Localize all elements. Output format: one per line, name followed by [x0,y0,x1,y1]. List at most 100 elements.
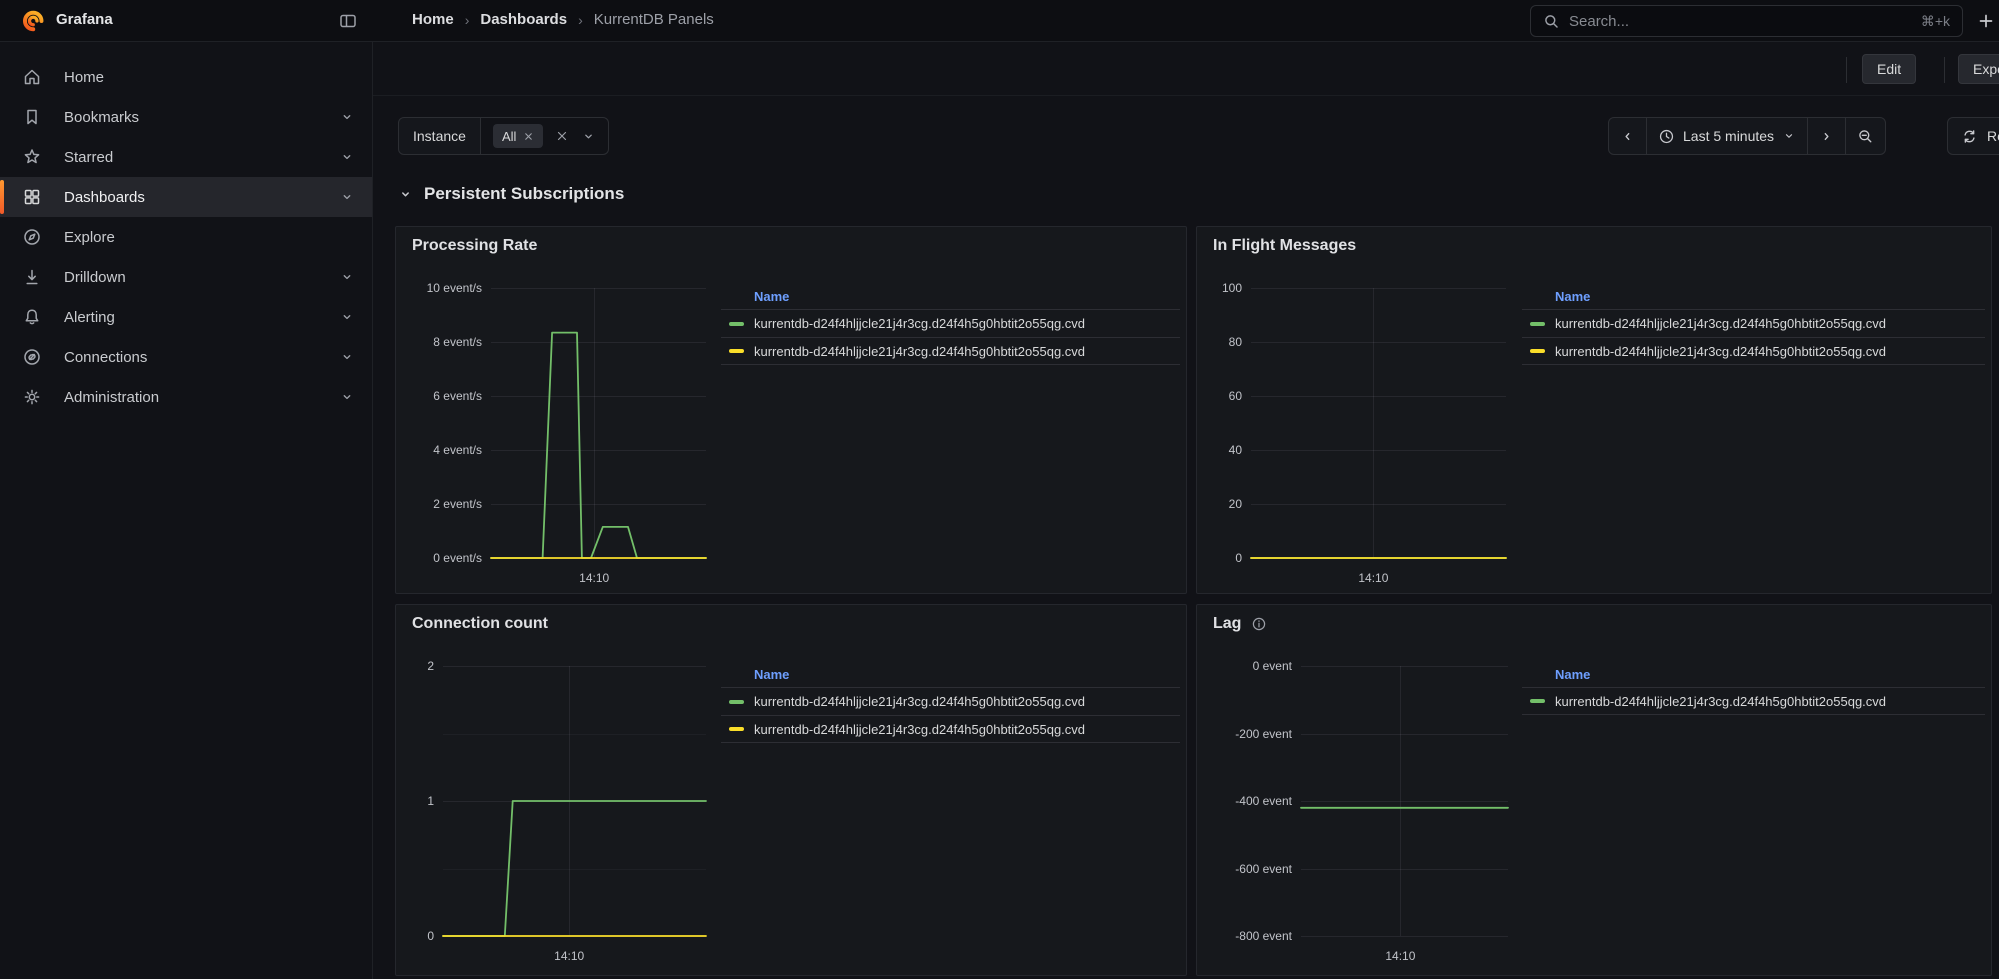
sidebar-item-alerting[interactable]: Alerting [0,297,372,337]
legend-header: Name [1522,283,1985,309]
series-color-swatch [1530,349,1545,353]
sidebar-item-administration[interactable]: Administration [0,377,372,417]
breadcrumb-item-home[interactable]: Home [412,11,454,28]
sidebar-item-explore[interactable]: Explore [0,217,372,257]
dashboard-actions-bar: Edit Export [373,42,1999,96]
legend-series-name[interactable]: kurrentdb-d24f4hljjcle21j4r3cg.d24f4h5g0… [1555,316,1886,331]
legend-header: Name [721,283,1180,309]
home-icon [22,67,42,87]
sidebar-item-bookmarks[interactable]: Bookmarks [0,97,372,137]
legend-series-name[interactable]: kurrentdb-d24f4hljjcle21j4r3cg.d24f4h5g0… [754,694,1085,709]
grafana-logo-icon[interactable] [22,10,44,32]
legend-header: Name [721,661,1180,687]
time-shift-back-button[interactable] [1609,118,1646,154]
legend-header: Name [1522,661,1985,687]
sidebar-item-label: Starred [64,149,113,166]
x-axis-tick-label: 14:10 [1360,948,1440,964]
legend-header-label[interactable]: Name [1555,667,1590,682]
series-plot [1251,288,1506,558]
chevron-down-icon[interactable] [339,349,355,365]
filter-dropdown-chevron-icon[interactable] [581,129,596,144]
gear-icon [22,387,42,407]
sidebar-item-label: Home [64,69,104,86]
series-line-green [491,333,706,558]
x-axis-tick-label: 14:10 [554,570,634,586]
sidebar-item-label: Dashboards [64,189,145,206]
legend-series-name[interactable]: kurrentdb-d24f4hljjcle21j4r3cg.d24f4h5g0… [754,722,1085,737]
bell-icon [22,307,42,327]
filter-value-box[interactable]: All [481,117,609,155]
legend-header-label[interactable]: Name [1555,289,1590,304]
panel-processing-rate: Processing Rate 10 event/s8 event/s6 eve… [395,226,1187,594]
clear-filter-icon[interactable] [555,129,569,143]
breadcrumb-item-dashboards[interactable]: Dashboards [480,11,567,28]
legend-row[interactable]: kurrentdb-d24f4hljjcle21j4r3cg.d24f4h5g0… [721,337,1180,365]
legend-row[interactable]: kurrentdb-d24f4hljjcle21j4r3cg.d24f4h5g0… [1522,337,1985,365]
sidebar-item-label: Administration [64,389,159,406]
y-axis-tick-label: -400 event [1197,793,1292,809]
export-button[interactable]: Export [1958,54,1999,84]
legend-row[interactable]: kurrentdb-d24f4hljjcle21j4r3cg.d24f4h5g0… [721,309,1180,337]
legend: Name kurrentdb-d24f4hljjcle21j4r3cg.d24f4… [721,283,1180,365]
sidebar-item-label: Bookmarks [64,109,139,126]
zoom-out-button[interactable] [1845,118,1885,154]
legend-row[interactable]: kurrentdb-d24f4hljjcle21j4r3cg.d24f4h5g0… [721,715,1180,743]
sidebar-item-starred[interactable]: Starred [0,137,372,177]
y-axis-tick-label: 100 [1197,280,1242,296]
legend-series-name[interactable]: kurrentdb-d24f4hljjcle21j4r3cg.d24f4h5g0… [1555,344,1886,359]
refresh-button[interactable]: Refresh [1947,117,1999,155]
y-axis-tick-label: 0 event/s [396,550,482,566]
sidebar-toggle-icon[interactable] [338,11,358,31]
legend-header-label[interactable]: Name [754,289,789,304]
y-axis-tick-label: 40 [1197,442,1242,458]
chevron-down-icon[interactable] [339,189,355,205]
legend-row[interactable]: kurrentdb-d24f4hljjcle21j4r3cg.d24f4h5g0… [721,687,1180,715]
y-axis-tick-label: -600 event [1197,861,1292,877]
sidebar-item-home[interactable]: Home [0,57,372,97]
add-icon[interactable] [1976,11,1996,31]
chevron-down-icon[interactable] [339,309,355,325]
panel-in-flight-messages: In Flight Messages 10080604020014:10 Nam… [1196,226,1992,594]
chevron-down-icon[interactable] [339,109,355,125]
sidebar-item-connections[interactable]: Connections [0,337,372,377]
legend-series-name[interactable]: kurrentdb-d24f4hljjcle21j4r3cg.d24f4h5g0… [1555,694,1886,709]
y-axis-tick-label: -200 event [1197,726,1292,742]
y-axis-tick-label: 20 [1197,496,1242,512]
chevron-down-icon[interactable] [339,389,355,405]
time-range-picker-button[interactable]: Last 5 minutes [1646,118,1807,154]
edit-button[interactable]: Edit [1862,54,1916,84]
section-persistent-subscriptions[interactable]: Persistent Subscriptions [398,184,624,204]
compass-icon [22,227,42,247]
legend: Name kurrentdb-d24f4hljjcle21j4r3cg.d24f4… [1522,283,1985,365]
bookmark-icon [22,107,42,127]
y-axis-tick-label: -800 event [1197,928,1292,944]
search-input[interactable]: Search... ⌘+k [1530,5,1963,37]
series-color-swatch [729,322,744,326]
legend-row[interactable]: kurrentdb-d24f4hljjcle21j4r3cg.d24f4h5g0… [1522,309,1985,337]
chart-area[interactable]: 10080604020014:10 [1197,227,1991,593]
search-placeholder: Search... [1569,13,1921,30]
remove-value-icon[interactable] [523,131,534,142]
series-color-swatch [729,349,744,353]
chevron-down-icon[interactable] [339,269,355,285]
y-axis-tick-label: 2 [396,658,434,674]
time-shift-forward-button[interactable] [1807,118,1845,154]
legend-header-label[interactable]: Name [754,667,789,682]
chevron-down-icon[interactable] [339,149,355,165]
sidebar-item-drilldown[interactable]: Drilldown [0,257,372,297]
app-title: Grafana [56,11,113,28]
y-axis-tick-label: 6 event/s [396,388,482,404]
chart-area[interactable]: 10 event/s8 event/s6 event/s4 event/s2 e… [396,227,1186,593]
sidebar-item-dashboards[interactable]: Dashboards [0,177,372,217]
series-plot [491,288,706,558]
x-axis-tick-label: 14:10 [1333,570,1413,586]
legend-row[interactable]: kurrentdb-d24f4hljjcle21j4r3cg.d24f4h5g0… [1522,687,1985,715]
legend-series-name[interactable]: kurrentdb-d24f4hljjcle21j4r3cg.d24f4h5g0… [754,344,1085,359]
legend-series-name[interactable]: kurrentdb-d24f4hljjcle21j4r3cg.d24f4h5g0… [754,316,1085,331]
y-axis-tick-label: 8 event/s [396,334,482,350]
filter-pill-all[interactable]: All [493,124,543,148]
section-title: Persistent Subscriptions [424,184,624,204]
clock-icon [1658,128,1675,145]
series-line-green [443,801,706,936]
connections-icon [22,347,42,367]
